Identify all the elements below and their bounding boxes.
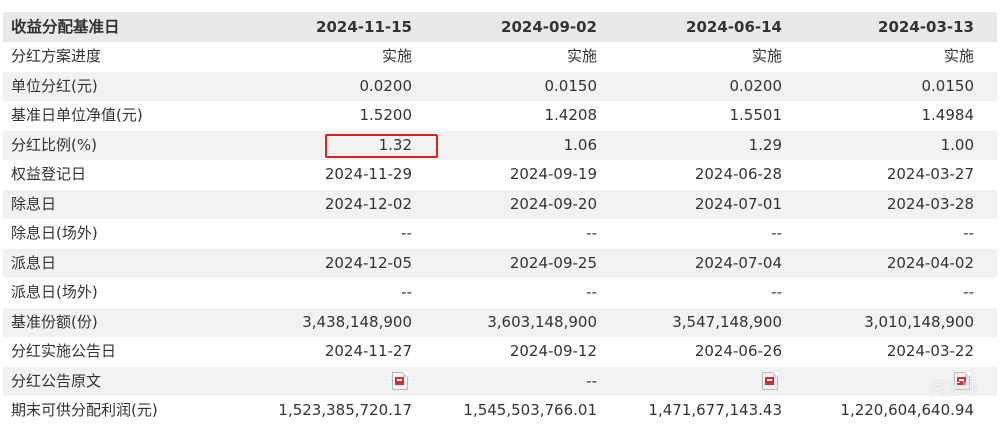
table-cell: --	[963, 283, 974, 301]
table-row: 单位分红(元) 0.0200 0.0150 0.0200 0.0150	[3, 71, 997, 101]
table-cell: --	[963, 224, 974, 242]
table-row: 分红比例(%) 1.32 1.06 1.29 1.00	[3, 130, 997, 160]
header-date[interactable]: 2024-11-15	[231, 12, 416, 42]
table-cell: 0.0150	[544, 76, 598, 95]
table-cell: --	[586, 283, 597, 301]
pdf-icon[interactable]	[762, 372, 778, 390]
row-label: 除息日	[11, 194, 57, 213]
header-date[interactable]: 2024-03-13	[786, 12, 982, 42]
table-cell: 3,438,148,900	[302, 312, 412, 331]
table-row: 期末可供分配利润(元) 1,523,385,720.17 1,545,503,7…	[3, 396, 997, 426]
table-cell: 1.00	[940, 135, 974, 154]
row-label: 单位分红(元)	[11, 76, 98, 95]
table-cell: 2024-04-02	[886, 253, 974, 272]
table-cell: 实施	[381, 47, 412, 65]
table-cell: 3,010,148,900	[864, 312, 974, 331]
table-cell: 1.06	[563, 135, 597, 154]
table-row: 除息日(场外) -- -- -- --	[3, 219, 997, 249]
table-row: 基准日单位净值(元) 1.5200 1.4208 1.5501 1.4984	[3, 101, 997, 131]
table-cell	[601, 367, 786, 397]
row-label: 期末可供分配利润(元)	[11, 401, 158, 419]
table-cell: 1.4208	[544, 106, 598, 124]
table-cell: 3,547,148,900	[672, 312, 782, 331]
table-row: 分红实施公告日 2024-11-27 2024-09-12 2024-06-26…	[3, 337, 997, 367]
table-cell: 1.5200	[359, 106, 413, 124]
table-cell: --	[586, 371, 597, 390]
pdf-icon[interactable]	[392, 372, 408, 390]
table-cell: 2024-03-28	[886, 194, 974, 213]
row-label: 分红比例(%)	[11, 135, 97, 154]
row-label: 基准份额(份)	[11, 312, 98, 331]
table-cell: 2024-12-02	[324, 194, 412, 213]
table-cell: 2024-03-22	[886, 342, 974, 360]
row-label: 派息日(场外)	[11, 283, 98, 301]
table-cell: 2024-03-27	[886, 165, 974, 183]
dividend-table: 收益分配基准日 2024-11-15 2024-09-02 2024-06-14…	[3, 12, 997, 426]
row-label: 派息日	[11, 253, 57, 272]
table-cell: 2024-09-25	[509, 253, 597, 272]
table-cell: 2024-06-28	[694, 165, 782, 183]
table-cell: --	[586, 224, 597, 242]
header-date[interactable]: 2024-06-14	[601, 12, 786, 42]
highlight-box	[325, 134, 438, 158]
table-cell: 1,471,677,143.43	[648, 401, 782, 419]
row-label: 分红公告原文	[11, 371, 102, 390]
table-cell: 2024-09-12	[509, 342, 597, 360]
table-row: 权益登记日 2024-11-29 2024-09-19 2024-06-28 2…	[3, 160, 997, 190]
table-cell: 0.0150	[921, 76, 975, 95]
table-cell: 0.0200	[359, 76, 413, 95]
table-row: 基准份额(份) 3,438,148,900 3,603,148,900 3,54…	[3, 307, 997, 337]
table-row: 分红公告原文 --	[3, 366, 997, 397]
table-cell: 3,603,148,900	[487, 312, 597, 331]
table-cell: 1,220,604,640.94	[840, 401, 974, 419]
table-cell: 实施	[943, 47, 974, 65]
watermark: 同花顺	[930, 379, 979, 397]
table-row: 分红方案进度 实施 实施 实施 实施	[3, 42, 997, 72]
table-cell: 1,523,385,720.17	[278, 401, 412, 419]
table-cell	[231, 367, 416, 397]
row-label: 分红方案进度	[11, 47, 102, 65]
header-label: 收益分配基准日	[11, 18, 120, 36]
row-label: 分红实施公告日	[11, 342, 117, 360]
table-cell: 1.5501	[729, 106, 783, 124]
table-cell: --	[771, 224, 782, 242]
table-cell: 2024-11-27	[324, 342, 412, 360]
table-cell: --	[401, 224, 412, 242]
table-cell: 2024-07-01	[694, 194, 782, 213]
table-cell: 2024-07-04	[694, 253, 782, 272]
table-cell: 0.0200	[729, 76, 783, 95]
table-cell: 1,545,503,766.01	[463, 401, 597, 419]
table-cell: 2024-11-29	[324, 165, 412, 183]
table-cell: --	[401, 283, 412, 301]
table-cell: 2024-09-20	[509, 194, 597, 213]
table-cell: 2024-06-26	[694, 342, 782, 360]
table-row: 除息日 2024-12-02 2024-09-20 2024-07-01 202…	[3, 189, 997, 219]
table-cell: 2024-09-19	[509, 165, 597, 183]
row-label: 基准日单位净值(元)	[11, 106, 143, 124]
table-row: 派息日 2024-12-05 2024-09-25 2024-07-04 202…	[3, 248, 997, 278]
table-row: 派息日(场外) -- -- -- --	[3, 278, 997, 308]
table-cell: 1.4984	[921, 106, 975, 124]
table-cell: 1.29	[748, 135, 782, 154]
table-cell: --	[771, 283, 782, 301]
table-cell: 2024-12-05	[324, 253, 412, 272]
row-label: 除息日(场外)	[11, 224, 98, 242]
table-header-row: 收益分配基准日 2024-11-15 2024-09-02 2024-06-14…	[3, 12, 997, 42]
table-cell: 实施	[566, 47, 597, 65]
header-date[interactable]: 2024-09-02	[416, 12, 601, 42]
row-label: 权益登记日	[11, 165, 87, 183]
table-cell: 实施	[751, 47, 782, 65]
